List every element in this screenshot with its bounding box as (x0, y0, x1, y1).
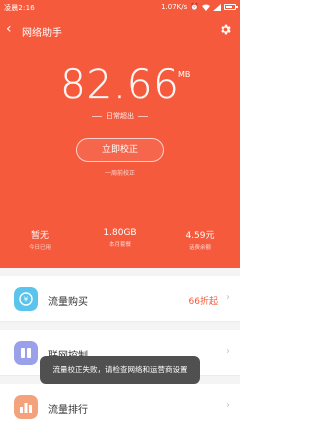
usage-stats: 暂无 今日已用 1.80GB 本月套餐 4.59元 话费余额 (0, 228, 240, 258)
usage-caption: 日常超出 (0, 111, 240, 121)
section-gap (0, 268, 240, 276)
chevron-right-icon: › (226, 346, 230, 357)
divider (92, 115, 102, 117)
battery-icon (224, 4, 238, 10)
list-item-data-ranking[interactable]: 流量排行 › (0, 384, 240, 426)
alarm-icon: ⏰ (190, 3, 199, 11)
wifi-icon (202, 4, 210, 11)
status-time: 凌晨2:16 (4, 4, 35, 12)
chevron-right-icon: › (226, 400, 230, 411)
data-purchase-icon: ¥ (14, 287, 38, 311)
discount-badge: 66折起 (188, 297, 218, 307)
svg-text:¥: ¥ (24, 296, 29, 304)
feature-list: ¥ 流量购买 66折起 › 联网控制 › 流量排行 › (0, 268, 240, 426)
stat-today: 暂无 今日已用 (28, 231, 51, 251)
divider (138, 115, 148, 117)
data-ranking-icon (14, 395, 38, 419)
toast-message: 流量校正失败，请检查网络和运营商设置 (40, 356, 200, 384)
signal-icon (213, 3, 221, 11)
list-item-buy-data[interactable]: ¥ 流量购买 66折起 › (0, 276, 240, 322)
status-bar: 凌晨2:16 1.07K/s ⏰ (0, 0, 240, 14)
usage-header-panel: 凌晨2:16 1.07K/s ⏰ ‹ 网络助手 82.66 MB 日常超出 立即… (0, 0, 240, 268)
stat-monthly-plan: 1.80GB 本月套餐 (103, 228, 137, 248)
section-gap (0, 322, 240, 330)
title-bar: ‹ 网络助手 (0, 16, 240, 44)
calibration-note: 一周前校正 (104, 170, 135, 177)
page-title: 网络助手 (22, 28, 62, 39)
stat-balance: 4.59元 话费余额 (185, 231, 215, 251)
usage-unit: MB (178, 70, 191, 79)
network-control-icon (14, 341, 38, 365)
chevron-right-icon: › (226, 292, 230, 303)
usage-value: 82.66 (60, 62, 180, 108)
gear-icon[interactable] (219, 23, 232, 36)
calibrate-button[interactable]: 立即校正 (76, 138, 164, 162)
usage-display: 82.66 MB (0, 62, 240, 108)
back-arrow-icon[interactable]: ‹ (6, 22, 12, 36)
network-speed: 1.07K/s (161, 3, 188, 11)
